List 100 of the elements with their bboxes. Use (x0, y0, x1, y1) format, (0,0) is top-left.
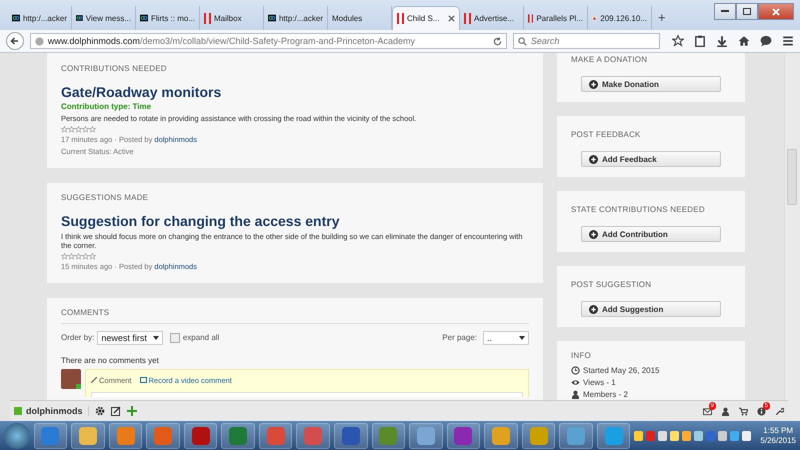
address-bar[interactable]: www.dolphinmods.com/demo3/m/collab/view/Child-Safety-Program-and-Princeton-Academy (30, 33, 507, 49)
eye-icon (571, 378, 580, 387)
app-button[interactable] (34, 423, 68, 449)
per-page-label: Per page: (442, 333, 477, 342)
home-icon[interactable] (738, 35, 750, 47)
app-button[interactable] (71, 423, 105, 449)
expand-label: expand all (182, 333, 220, 342)
app-tile-icon (192, 427, 210, 445)
gear-icon[interactable] (94, 406, 104, 416)
globe-icon (34, 36, 44, 46)
section-heading: MAKE A DONATION (571, 54, 648, 64)
minimize-button[interactable] (714, 3, 736, 20)
maximize-icon (743, 8, 751, 15)
cart-icon (739, 406, 748, 416)
reload-icon[interactable] (492, 36, 502, 46)
app-tile-icon (342, 427, 360, 445)
section-heading: CONTRIBUTIONS NEEDED (61, 63, 168, 73)
search-icon (518, 36, 527, 46)
section-heading: POST SUGGESTION (571, 279, 652, 289)
scrollbar[interactable] (784, 53, 800, 421)
app-tile-icon (530, 427, 548, 445)
start-button[interactable] (4, 423, 30, 449)
app-button[interactable] (559, 423, 593, 449)
username[interactable]: dolphinmods (26, 406, 82, 416)
expand-checkbox[interactable] (170, 332, 180, 342)
app-tile-icon (229, 427, 248, 445)
app-tile-icon (567, 427, 586, 445)
scroll-thumb[interactable] (787, 149, 797, 205)
app-tile-icon (266, 427, 285, 445)
app-button[interactable] (258, 423, 292, 449)
order-dropdown[interactable]: newest first (97, 330, 163, 344)
app-button[interactable] (596, 423, 630, 449)
close-icon[interactable] (448, 15, 455, 22)
order-label: Order by: (61, 333, 94, 342)
app-tile-icon (304, 427, 322, 445)
bars-icon (397, 13, 404, 24)
caret-icon (152, 336, 159, 340)
film-icon (140, 377, 147, 383)
left-arrow-icon (10, 37, 20, 45)
app-button[interactable] (334, 423, 368, 449)
envelope-icon (703, 406, 712, 416)
contribution-title[interactable]: Gate/Roadway monitors (61, 84, 529, 100)
info-text: Views - 1 (583, 378, 616, 387)
person-icon (571, 390, 580, 399)
contribution-type: Contribution type: Time (61, 102, 152, 111)
per-page-dropdown[interactable]: .. (483, 330, 529, 344)
section-heading: STATE CONTRIBUTIONS NEEDED (571, 204, 706, 214)
app-button[interactable] (108, 423, 142, 449)
close-icon (772, 8, 780, 16)
action-button[interactable]: Add Suggestion (581, 301, 721, 317)
wrench-icon (775, 406, 784, 416)
app-tile-icon (116, 427, 134, 445)
app-button[interactable] (446, 423, 480, 449)
app-tile-icon (78, 427, 97, 445)
download-icon[interactable] (716, 35, 728, 47)
back-button[interactable] (6, 32, 24, 50)
app-button[interactable] (409, 423, 443, 449)
info-text: Members - 2 (583, 390, 628, 399)
menu-icon[interactable] (782, 35, 794, 47)
star-icon[interactable] (672, 35, 684, 47)
edit-icon[interactable] (110, 406, 120, 416)
app-button[interactable] (146, 423, 180, 449)
info-icon (757, 406, 766, 416)
app-button[interactable] (221, 423, 255, 449)
minimize-icon (721, 10, 729, 13)
app-tile-icon (379, 427, 398, 445)
search-field[interactable]: Search (512, 33, 660, 49)
new-tab-button[interactable]: + (652, 6, 672, 30)
bars-icon (528, 12, 534, 24)
app-button[interactable] (296, 423, 330, 449)
info-text: Started May 26, 2015 (583, 366, 660, 375)
person-icon (721, 406, 730, 416)
app-tile-icon (454, 427, 472, 445)
loop-icon (12, 13, 20, 23)
app-button[interactable] (484, 423, 518, 449)
app-tile-icon (416, 427, 435, 445)
plus-circle-icon (589, 80, 598, 88)
action-button[interactable]: Add Contribution (581, 226, 721, 242)
app-tile-icon (604, 427, 623, 445)
loop-icon (140, 13, 148, 23)
speech-bubble-icon[interactable] (760, 35, 772, 47)
plus-circle-icon (589, 154, 598, 164)
app-button[interactable] (184, 423, 218, 449)
suggestion-title[interactable]: Suggestion for changing the access entry (61, 212, 529, 228)
action-button[interactable]: Make Donation (581, 76, 721, 92)
action-button[interactable]: Add Feedback (581, 151, 721, 167)
app-tile-icon (492, 427, 510, 445)
app-button[interactable] (522, 423, 556, 449)
plus-circle-icon (589, 230, 598, 238)
plus-icon[interactable] (126, 406, 136, 416)
app-button[interactable] (372, 423, 406, 449)
maximize-button[interactable] (736, 3, 758, 20)
app-tile-icon (41, 427, 60, 445)
clipboard-icon[interactable] (694, 35, 706, 47)
comment-input[interactable] (91, 392, 523, 396)
empty-message: There are no comments yet (61, 356, 160, 364)
close-button[interactable] (758, 3, 794, 20)
clock-time: 1:55 PM (763, 426, 794, 436)
section-heading: INFO (571, 350, 592, 360)
browser-tab[interactable]: Child S... (392, 6, 460, 30)
